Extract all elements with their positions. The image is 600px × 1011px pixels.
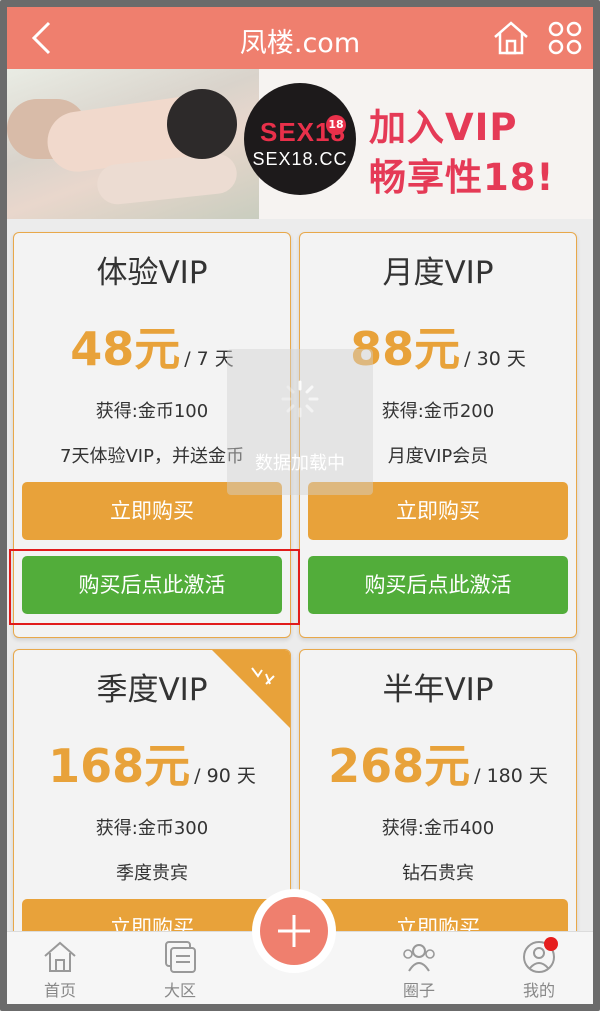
plan-name: 季度VIP — [96, 672, 208, 708]
loading-text: 数据加载中 — [255, 453, 345, 474]
forum-icon — [165, 941, 196, 973]
brand-logo: SEX18 18 SEX18.CC — [244, 83, 356, 195]
banner-tagline-1: 加入VIP — [369, 106, 518, 149]
plan-description: 季度贵宾 — [116, 863, 188, 884]
plan-period: / 180 天 — [474, 765, 548, 787]
nav-label: 首页 — [43, 981, 76, 1000]
plan-name: 半年VIP — [382, 672, 494, 708]
nav-label: 大区 — [163, 981, 196, 1000]
plan-period: / 30 天 — [464, 348, 526, 370]
price-line: 268元/ 180 天 — [300, 730, 576, 796]
fab-container — [252, 889, 336, 973]
plan-price: 268元 — [328, 739, 471, 793]
grid-menu-icon[interactable] — [547, 19, 583, 57]
vip-card-quarterly: 季度VIP 168元/ 90 天 获得:金币300 季度贵宾 立即购买 — [13, 649, 291, 949]
home-icon — [44, 941, 76, 972]
home-icon[interactable] — [491, 19, 531, 57]
group-icon — [403, 944, 435, 972]
plan-price: 48元 — [70, 322, 181, 376]
nav-item-forum[interactable]: 大区 — [135, 940, 225, 1000]
plan-coins: 获得:金币400 — [381, 818, 495, 839]
notification-dot — [544, 937, 558, 951]
activate-button[interactable]: 购买后点此激活 — [308, 556, 568, 614]
top-bar: 凤楼.com — [7, 7, 593, 69]
spinner-icon — [281, 380, 319, 418]
plan-period: / 90 天 — [194, 765, 256, 787]
plan-name: 体验VIP — [96, 255, 208, 291]
price-line: 168元/ 90 天 — [14, 730, 290, 796]
nav-item-group[interactable]: 圈子 — [374, 940, 464, 1000]
plan-coins: 获得:金币300 — [95, 818, 209, 839]
highlight-box — [9, 549, 300, 625]
plan-description: 钻石贵宾 — [402, 863, 474, 884]
brand-domain: SEX18.CC — [252, 149, 348, 169]
nav-label: 我的 — [522, 981, 555, 1000]
vip-card-halfyear: 半年VIP 268元/ 180 天 获得:金币400 钻石贵宾 立即购买 — [299, 649, 577, 949]
promo-banner[interactable]: SEX18 18 SEX18.CC 加入VIP 畅享性18! — [7, 69, 593, 219]
plus-icon — [278, 915, 310, 947]
plan-name: 月度VIP — [382, 255, 494, 291]
plan-price: 168元 — [48, 739, 191, 793]
nav-label: 圈子 — [402, 981, 435, 1000]
nav-item-profile[interactable]: 我的 — [494, 940, 584, 1000]
loading-overlay: 数据加载中 — [227, 349, 373, 495]
brand-badge: 18 — [326, 115, 346, 135]
banner-tagline-2: 畅享性18! — [369, 156, 555, 199]
banner-photo — [7, 69, 259, 219]
nav-item-home[interactable]: 首页 — [15, 940, 105, 1000]
add-button[interactable] — [260, 897, 328, 965]
